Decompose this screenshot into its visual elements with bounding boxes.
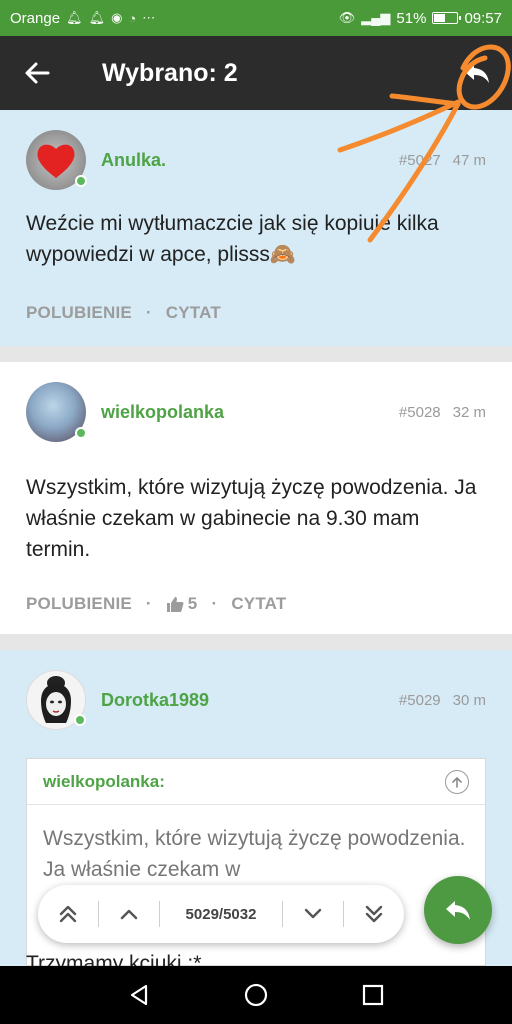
thumbs-up-icon [166,596,184,612]
arrow-up-icon [452,776,462,788]
go-to-quoted-button[interactable] [445,769,469,794]
separator-dot: · [145,303,152,322]
arrow-left-icon [25,62,50,84]
like-button[interactable]: POLUBIENIE [26,303,132,323]
nav-recents-button[interactable] [353,975,393,1015]
avatar[interactable] [26,130,87,190]
post-header: wielkopolanka #5028 32 m [26,382,486,442]
post-actions: POLUBIENIE · 5 · CYTAT [26,594,486,614]
separator-dot: · [211,594,218,613]
online-indicator [75,175,87,187]
messenger-icon: ◔ [128,10,137,26]
like-button[interactable]: POLUBIENIE [26,594,132,614]
back-button[interactable] [0,36,74,110]
post-counter[interactable]: 5029/5032 [160,906,282,923]
notification-bell-icon: 🔔︎ [66,10,83,25]
post-body: Wszystkim, które wizytują życzę powodzen… [26,476,477,561]
more-notifications-icon: ⋯ [142,10,156,25]
quote-header: wielkopolanka: [27,759,485,805]
chrome-icon: ◉ [111,10,123,25]
carrier-label: Orange [10,9,61,27]
likes-count[interactable]: 5 [166,594,198,614]
post-actions: POLUBIENIE · CYTAT [26,303,486,323]
post-meta: #5028 32 m [399,404,486,421]
square-recents-icon [363,984,384,1006]
post-5027[interactable]: Anulka. #5027 47 m Weźcie mi wytłumaczci… [0,110,512,346]
selection-title: Wybrano: 2 [102,58,238,87]
post-author[interactable]: Dorotka1989 [101,690,209,711]
notification-bell-icon: 🔔︎ [88,10,106,25]
circle-home-icon [244,983,268,1007]
nav-back-button[interactable] [119,975,159,1015]
screen: Orange 🔔︎ 🔔︎ ◉ ◔ ⋯ 👁︎ ▂▄▆ 51% 09:57 Wybr… [0,0,512,1024]
post-header: Anulka. #5027 47 m [26,130,486,190]
reply-selected-button[interactable] [454,50,500,96]
avatar[interactable] [26,670,86,730]
post-author[interactable]: Anulka. [101,150,166,171]
post-5028[interactable]: wielkopolanka #5028 32 m Wszystkim, któr… [0,362,512,634]
separator-dot: · [145,594,152,613]
reply-icon [465,64,489,83]
post-number[interactable]: #5027 [399,152,441,169]
post-age: 30 m [452,691,486,709]
online-indicator [74,714,86,726]
post-number[interactable]: #5029 [399,692,441,709]
nav-home-button[interactable] [236,975,276,1015]
eye-icon: 👁︎ [338,10,356,25]
double-chevron-up-icon [59,905,77,923]
reply-fab-button[interactable] [424,876,492,944]
post-number[interactable]: #5028 [399,404,441,421]
battery-percent: 51% [396,9,427,27]
quote-button[interactable]: CYTAT [231,594,286,614]
previous-post-button[interactable] [99,885,159,943]
avatar[interactable] [26,382,87,442]
next-post-button[interactable] [283,885,343,943]
post-age: 32 m [452,403,486,421]
post-author[interactable]: wielkopolanka [101,402,224,423]
chevron-down-icon [304,908,322,919]
post-meta: #5029 30 m [399,692,486,709]
clock: 09:57 [464,9,502,27]
system-nav-bar [0,966,512,1024]
post-body: Weźcie mi wytłumaczcie jak się kopiuje k… [26,212,439,266]
first-post-button[interactable] [38,885,98,943]
app-bar: Wybrano: 2 [0,36,512,110]
post-pager: 5029/5032 [38,885,404,943]
reply-icon [446,901,470,920]
chevron-up-icon [120,909,138,920]
post-header: Dorotka1989 #5029 30 m [26,670,486,730]
online-indicator [75,427,87,439]
triangle-back-icon [130,984,147,1006]
status-bar: Orange 🔔︎ 🔔︎ ◉ ◔ ⋯ 👁︎ ▂▄▆ 51% 09:57 [0,0,512,36]
signal-icon: ▂▄▆ [361,10,391,25]
quote-button[interactable]: CYTAT [166,303,221,323]
post-meta: #5027 47 m [399,152,486,169]
last-post-button[interactable] [344,885,404,943]
battery-icon [432,12,462,24]
quote-author[interactable]: wielkopolanka: [43,772,165,792]
post-age: 47 m [452,151,486,169]
likes-count-value: 5 [187,594,198,613]
double-chevron-down-icon [365,905,383,923]
